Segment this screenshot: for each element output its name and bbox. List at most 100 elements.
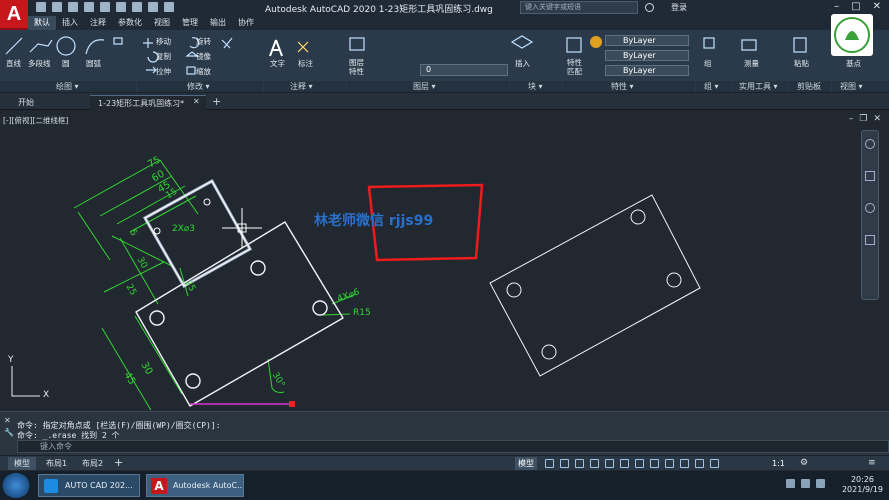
tray-volume-icon[interactable]: [801, 479, 810, 488]
text-button[interactable]: 文字: [270, 58, 285, 69]
search-input[interactable]: 键入关键字或短语: [520, 1, 638, 14]
autocad-logo-icon[interactable]: A: [0, 0, 28, 30]
tray-network-icon[interactable]: [786, 479, 795, 488]
windows-start-icon[interactable]: [2, 473, 30, 498]
model-space-button[interactable]: 模型: [515, 457, 537, 470]
layout-tab-2[interactable]: 布局2: [76, 457, 109, 470]
match-properties-button[interactable]: 特性 匹配: [567, 58, 582, 76]
measure-icon: [741, 39, 757, 51]
circle-button[interactable]: 圆: [62, 58, 70, 69]
zoom-icon[interactable]: [865, 203, 875, 213]
tab-view[interactable]: 视图: [148, 16, 176, 30]
base-view-button[interactable]: 基点: [846, 58, 861, 69]
customization-menu-icon[interactable]: ≡: [868, 458, 876, 468]
status-toggle-icons: [545, 459, 719, 468]
annotation-scale[interactable]: 1:1: [772, 457, 785, 470]
stretch-tool-icon: [146, 66, 157, 74]
selection-cycling-icon[interactable]: [680, 459, 689, 468]
panel-properties-title[interactable]: 特性 ▾: [563, 81, 695, 92]
web-icon[interactable]: [100, 2, 110, 12]
panel-utilities-title[interactable]: 实用工具 ▾: [733, 81, 788, 92]
login-button[interactable]: 登录: [671, 2, 687, 13]
isodraft-icon[interactable]: [605, 459, 614, 468]
panel-view-title[interactable]: 视图 ▾: [832, 81, 889, 92]
share-icon[interactable]: [164, 2, 174, 12]
print-icon[interactable]: [116, 2, 126, 12]
autoscale-icon[interactable]: [710, 459, 719, 468]
paste-button[interactable]: 粘贴: [794, 58, 809, 69]
insert-button[interactable]: 插入: [515, 58, 530, 69]
copy-hole-4: [541, 344, 557, 360]
group-button[interactable]: 组: [704, 58, 712, 69]
tab-start[interactable]: 开始: [10, 95, 42, 110]
tab-annotate[interactable]: 注释: [84, 16, 112, 30]
grid-icon[interactable]: [545, 459, 554, 468]
layer-dropdown[interactable]: 0: [420, 64, 508, 76]
panel-groups-title[interactable]: 组 ▾: [696, 81, 732, 92]
panel-clipboard-title[interactable]: 剪贴板: [789, 81, 831, 92]
mirror-button[interactable]: 镜像: [196, 51, 211, 62]
layout-tab-model[interactable]: 模型: [8, 457, 36, 470]
close-tab-icon[interactable]: ✕: [193, 97, 200, 106]
panel-annotate-title[interactable]: 注释 ▾: [264, 81, 346, 92]
pan-icon[interactable]: [865, 171, 875, 181]
color-dropdown[interactable]: ByLayer: [605, 35, 689, 46]
panel-block-title[interactable]: 块 ▾: [510, 81, 562, 92]
clock[interactable]: 20:26 2021/9/19: [842, 475, 883, 495]
ortho-icon[interactable]: [575, 459, 584, 468]
open-icon[interactable]: [52, 2, 62, 12]
undo-icon[interactable]: [132, 2, 142, 12]
snap-icon[interactable]: [560, 459, 569, 468]
copy-button[interactable]: 复制: [156, 51, 171, 62]
lineweight-icon[interactable]: [650, 459, 659, 468]
measure-button[interactable]: 测量: [744, 58, 759, 69]
rotate-button[interactable]: 旋转: [196, 36, 211, 47]
tab-insert[interactable]: 插入: [56, 16, 84, 30]
save-as-icon[interactable]: [84, 2, 94, 12]
user-icon[interactable]: [645, 3, 654, 12]
layout-tab-1[interactable]: 布局1: [40, 457, 73, 470]
linetype-dropdown[interactable]: ByLayer: [605, 50, 689, 61]
command-settings-icon[interactable]: 🔧: [4, 428, 14, 437]
panel-modify-title[interactable]: 修改 ▾: [137, 81, 263, 92]
maximize-icon[interactable]: □: [851, 1, 860, 12]
new-icon[interactable]: [36, 2, 46, 12]
object-tracking-icon[interactable]: [635, 459, 644, 468]
move-button[interactable]: 移动: [156, 36, 171, 47]
tab-manage[interactable]: 管理: [176, 16, 204, 30]
transparency-icon[interactable]: [665, 459, 674, 468]
tab-collaborate[interactable]: 协作: [232, 16, 260, 30]
annotation-icon[interactable]: [695, 459, 704, 468]
stretch-button[interactable]: 拉伸: [156, 66, 171, 77]
close-icon[interactable]: ✕: [873, 1, 881, 12]
polyline-button[interactable]: 多段线: [28, 58, 51, 69]
redo-icon[interactable]: [148, 2, 158, 12]
polar-icon[interactable]: [590, 459, 599, 468]
tab-default[interactable]: 默认: [28, 16, 56, 30]
tab-parametric[interactable]: 参数化: [112, 16, 148, 30]
panel-draw-title[interactable]: 绘图 ▾: [0, 81, 136, 92]
navigation-bar[interactable]: [861, 130, 879, 300]
workspace-gear-icon[interactable]: ⚙: [800, 458, 808, 468]
command-input[interactable]: 键入命令: [17, 440, 889, 453]
steering-wheel-icon[interactable]: [865, 139, 875, 149]
lineweight-dropdown[interactable]: ByLayer: [605, 65, 689, 76]
panel-layers-title[interactable]: 图层 ▾: [347, 81, 509, 92]
line-button[interactable]: 直线: [6, 58, 21, 69]
note-r15: R15: [353, 308, 371, 318]
scale-button[interactable]: 缩放: [196, 66, 211, 77]
add-layout-icon[interactable]: +: [114, 456, 123, 469]
dimension-button[interactable]: 标注: [298, 58, 313, 69]
layer-properties-button[interactable]: 图层 特性: [349, 58, 364, 76]
arc-button[interactable]: 圆弧: [86, 58, 101, 69]
osnap-icon[interactable]: [620, 459, 629, 468]
command-close-icon[interactable]: ✕: [4, 416, 11, 425]
minimize-icon[interactable]: –: [834, 1, 839, 12]
drawing-viewport[interactable]: [-][俯视][二维线框] – ❐ ✕ 75 60 45 15 5 30 25 …: [0, 111, 889, 410]
tray-flag-icon[interactable]: [816, 479, 825, 488]
save-icon[interactable]: [68, 2, 78, 12]
orbit-icon[interactable]: [865, 235, 875, 245]
tab-current-drawing[interactable]: 1-23矩形工具巩固练习*: [90, 95, 206, 110]
new-tab-icon[interactable]: +: [212, 95, 221, 108]
tab-output[interactable]: 输出: [204, 16, 232, 30]
